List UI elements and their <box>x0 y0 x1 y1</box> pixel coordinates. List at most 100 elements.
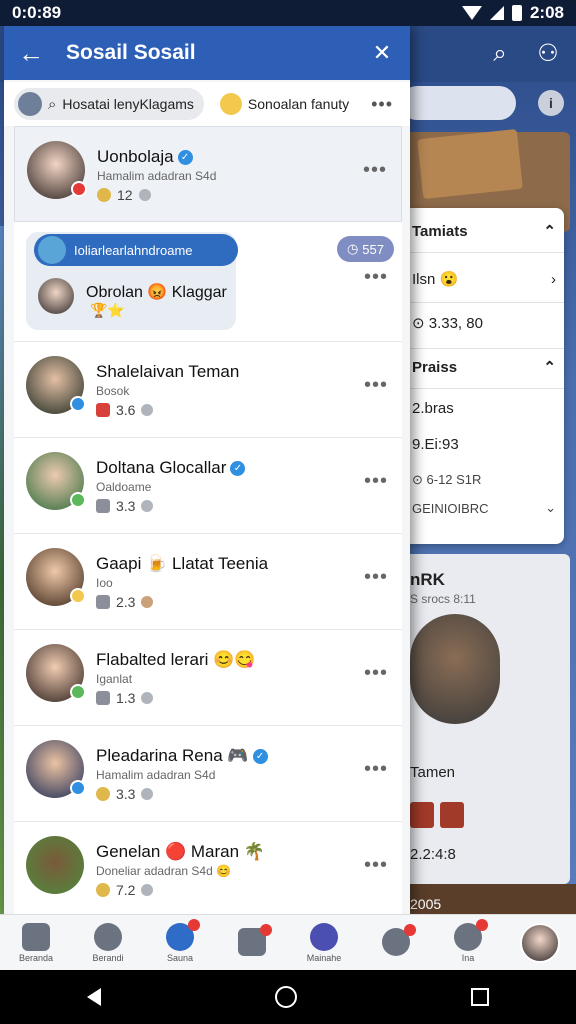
status-badge-icon <box>71 181 87 197</box>
group-avatar <box>38 236 66 264</box>
warrior-avatar[interactable] <box>410 614 500 724</box>
contact-name: Flabalted lerari 😊😋 <box>96 650 256 669</box>
home-button-icon[interactable] <box>275 986 297 1008</box>
sheet-header: ← Sosail Sosail ✕ <box>4 26 410 80</box>
bag-icon <box>96 499 110 513</box>
nav-social[interactable]: Sauna <box>150 918 210 963</box>
panel-section-1[interactable]: Tamiats ⌃ <box>412 222 556 241</box>
notification-badge <box>476 918 488 931</box>
signal-icon <box>489 6 504 20</box>
close-icon[interactable]: ✕ <box>368 40 396 66</box>
dot-icon <box>141 596 154 608</box>
back-arrow-icon[interactable]: ← <box>18 38 48 69</box>
nav-home[interactable]: Beranda <box>6 922 66 963</box>
more-options-icon[interactable]: ••• <box>364 266 388 289</box>
contact-subtitle: Oaldoame <box>96 480 152 494</box>
avatar <box>26 548 86 606</box>
more-options-icon[interactable]: ••• <box>364 662 388 685</box>
chat-icon <box>94 922 122 951</box>
more-options-icon[interactable]: ••• <box>363 159 387 182</box>
dot-icon <box>138 189 151 201</box>
nav-chat[interactable]: Berandi <box>78 922 138 963</box>
background-search-bar[interactable] <box>400 86 516 120</box>
nav-house[interactable] <box>222 923 282 958</box>
recents-icon[interactable] <box>471 988 489 1006</box>
chip-label: Hosatai lenyKlagams <box>62 96 194 112</box>
panel-row-3: 2.bras <box>412 400 454 417</box>
main-icon <box>310 922 338 951</box>
avatar <box>18 92 42 116</box>
avatar <box>26 740 86 798</box>
filter-chips: ⌕ Hosatai lenyKlagams Sonoalan fanuty ••… <box>4 82 410 126</box>
more-options-icon[interactable]: ••• <box>371 94 393 115</box>
notification-badge <box>188 918 200 931</box>
thumbnail[interactable] <box>410 802 434 828</box>
stat-value: 3.6 <box>116 402 136 418</box>
battery-text: 2:08 <box>529 3 564 22</box>
background-lower-card: nRK S srocs 8:11 Tamen 2.2:4:8 <box>404 554 570 884</box>
group-count-badge: ◷ 557 <box>336 236 394 262</box>
search-icon[interactable]: ⌕ <box>486 40 514 68</box>
system-navigation <box>0 970 576 1024</box>
group-card[interactable]: Ioliarlearlahndroame ◷ 557 Obrolan 😡 Klag… <box>14 222 402 342</box>
thumbnail[interactable] <box>440 802 464 828</box>
lower-subheading: S srocs 8:11 <box>410 592 476 606</box>
panel-row-5: ⊙ 6-12 S1R <box>412 472 482 487</box>
list-item[interactable]: Pleadarina Rena 🎮 ✓ Hamalim adadran S4d 3… <box>14 726 402 822</box>
sheet-title: Sosail Sosail <box>66 41 196 64</box>
chip-search[interactable]: ⌕ Hosatai lenyKlagams <box>14 88 204 120</box>
contact-subtitle: Doneliar adadran S4d 😊 <box>96 864 232 878</box>
group-name: Obrolan 😡 Klaggar <box>86 284 227 301</box>
list-item[interactable]: Gaapi 🍺 Llatat Teenia Ioo 2.3 ••• <box>14 534 402 630</box>
verified-icon <box>70 780 86 796</box>
book-icon <box>417 128 523 200</box>
contact-name: Uonbolaja ✓ <box>97 147 193 167</box>
clock-icon: ◷ <box>346 241 359 256</box>
chevron-up-icon: ⌃ <box>543 223 556 240</box>
info-icon[interactable]: i <box>538 90 564 116</box>
nav-main[interactable]: Mainahe <box>294 922 354 963</box>
stat-value: 3.3 <box>116 786 136 802</box>
contact-stat: 3.6 <box>96 402 154 418</box>
list-item[interactable]: Shalelaivan Teman Bosok 3.6 ••• <box>14 342 402 438</box>
nav-user[interactable]: Ina <box>438 918 498 963</box>
list-item[interactable]: Flabalted lerari 😊😋 Iganlat 1.3 ••• <box>14 630 402 726</box>
group-pill[interactable]: Ioliarlearlahndroame <box>34 234 238 266</box>
home-icon <box>22 922 50 951</box>
panel-section-2[interactable]: Praiss ⌃ <box>412 358 556 377</box>
stat-value: 7.2 <box>116 882 136 898</box>
emoji-icon <box>219 93 242 115</box>
chip-label: Sonoalan fanuty <box>247 96 350 112</box>
avatar <box>26 644 86 702</box>
panel-row-1[interactable]: Ilsn 😮 › <box>412 270 556 289</box>
contact-subtitle: Iganlat <box>96 672 133 686</box>
list-item[interactable]: Uonbolaja ✓ Hamalim adadran S4d 12 ••• <box>14 126 402 222</box>
more-options-icon[interactable]: ••• <box>364 374 388 397</box>
coin-icon <box>96 787 110 801</box>
contact-stat: 3.3 <box>96 498 154 514</box>
group-pill-label: Ioliarlearlahndroame <box>74 242 193 258</box>
panel-row-6[interactable]: GEINIOIBRC ⌄ <box>412 500 556 516</box>
contact-name: Genelan 🔴 Maran 🌴 <box>96 842 265 861</box>
nav-activity[interactable] <box>366 923 426 958</box>
panel-row-1-label: Ilsn 😮 <box>412 271 459 288</box>
status-icons: 2:08 <box>461 3 564 23</box>
nav-profile[interactable] <box>510 922 570 963</box>
more-options-icon[interactable]: ••• <box>364 854 388 877</box>
lower-label-1: Tamen <box>410 764 456 781</box>
contact-subtitle: Hamalim adadran S4d <box>96 768 216 782</box>
list-item[interactable]: Doltana Glocallar ✓ Oaldoame 3.3 ••• <box>14 438 402 534</box>
nav-label: Beranda <box>18 952 54 963</box>
contact-name: Doltana Glocallar ✓ <box>96 458 246 478</box>
back-icon[interactable] <box>87 988 101 1006</box>
verified-icon: ✓ <box>177 150 193 166</box>
chip-category[interactable]: Sonoalan fanuty <box>216 88 359 120</box>
bottom-navigation: Beranda Berandi Sauna Mainahe Ina <box>0 914 576 970</box>
more-options-icon[interactable]: ••• <box>364 758 388 781</box>
profile-icon[interactable]: ⚇ <box>534 40 562 68</box>
contact-stat: 3.3 <box>96 786 154 802</box>
more-options-icon[interactable]: ••• <box>364 566 388 589</box>
list-item[interactable]: Genelan 🔴 Maran 🌴 Doneliar adadran S4d 😊… <box>14 822 402 914</box>
nav-label: Ina <box>461 952 475 963</box>
more-options-icon[interactable]: ••• <box>364 470 388 493</box>
